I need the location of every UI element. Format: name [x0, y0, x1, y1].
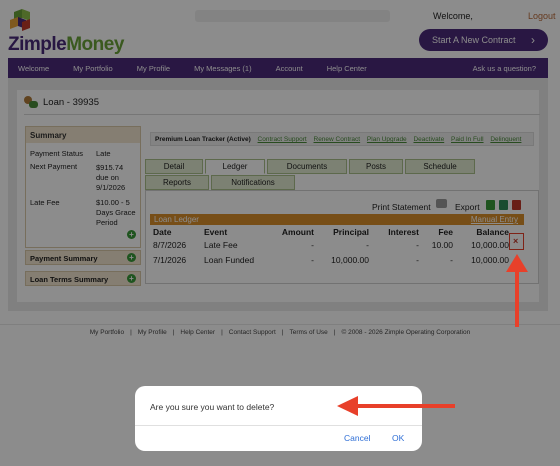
confirm-delete-dialog: Are you sure you want to delete? Cancel …	[135, 386, 422, 451]
cancel-button[interactable]: Cancel	[344, 433, 370, 443]
ok-button[interactable]: OK	[392, 433, 404, 443]
dialog-message: Are you sure you want to delete?	[150, 402, 275, 412]
dialog-divider	[135, 425, 422, 426]
